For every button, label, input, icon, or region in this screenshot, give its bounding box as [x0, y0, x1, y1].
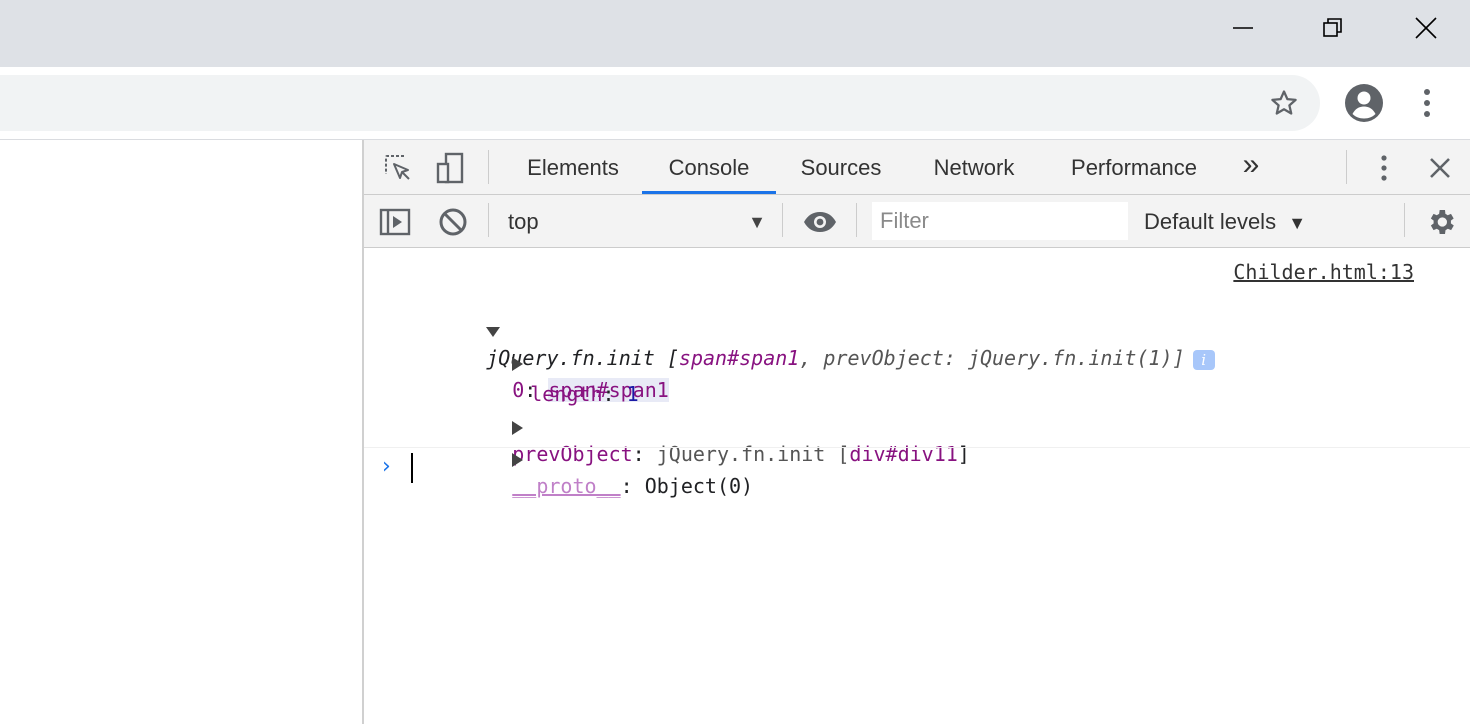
source-link[interactable]: Childer.html:13: [1233, 260, 1414, 284]
window-titlebar: [0, 0, 1470, 67]
devtools-menu-icon[interactable]: [1374, 150, 1394, 186]
tab-performance[interactable]: Performance: [1066, 140, 1202, 194]
info-icon[interactable]: i: [1192, 349, 1215, 370]
log-levels-label: Default levels: [1144, 209, 1277, 234]
console-toolbar: top ▼ Default levels ▼: [364, 195, 1470, 248]
page-viewport: [0, 140, 364, 724]
inspect-element-icon[interactable]: [380, 150, 416, 186]
divider: [1346, 150, 1347, 184]
divider: [364, 447, 1470, 448]
summary-prev: , prevObject: jQuery.fn.init(1)]: [799, 346, 1185, 370]
row-key: __proto__: [512, 474, 621, 498]
row-key: prevObject: [512, 442, 633, 466]
dropdown-arrow-icon: ▼: [748, 212, 766, 232]
log-levels-select[interactable]: Default levels ▼: [1144, 206, 1306, 238]
object-row[interactable]: 0: span#span1: [440, 320, 669, 402]
row-value: Object(0): [644, 474, 754, 498]
kebab-menu-icon[interactable]: [1412, 83, 1442, 123]
address-bar[interactable]: [0, 75, 1320, 131]
row-value-item: div#div11: [849, 442, 958, 466]
device-toolbar-icon[interactable]: [432, 150, 468, 186]
minimize-icon[interactable]: [1223, 8, 1263, 48]
tab-elements[interactable]: Elements: [525, 140, 621, 194]
clear-console-icon[interactable]: [436, 205, 470, 239]
more-tabs-icon[interactable]: »: [1238, 140, 1264, 194]
row-value-head: jQuery.fn.init [: [656, 442, 850, 466]
object-row[interactable]: __proto__: Object(0): [440, 416, 753, 498]
divider: [1404, 203, 1405, 237]
star-icon[interactable]: [1264, 83, 1304, 123]
browser-toolbar: [0, 67, 1470, 140]
dropdown-arrow-icon: ▼: [1288, 213, 1307, 233]
context-select[interactable]: top ▼: [508, 206, 770, 238]
row-value-tail: ]: [957, 442, 970, 466]
divider: [488, 203, 489, 237]
devtools-tabbar: Elements Console Sources Network Perform…: [364, 140, 1470, 195]
devtools-panel: Elements Console Sources Network Perform…: [364, 140, 1470, 724]
eye-icon[interactable]: [800, 205, 840, 239]
tab-console[interactable]: Console: [642, 140, 776, 194]
divider: [856, 203, 857, 237]
console-output: Childer.html:13 jQuery.fn.init [span#spa…: [364, 248, 1470, 724]
close-icon[interactable]: [1406, 8, 1446, 48]
expand-triangle-icon[interactable]: [512, 452, 524, 467]
tab-sources[interactable]: Sources: [798, 140, 884, 194]
restore-icon[interactable]: [1313, 8, 1353, 48]
filter-input[interactable]: [872, 202, 1128, 240]
settings-gear-icon[interactable]: [1424, 205, 1458, 239]
log-entry-summary[interactable]: jQuery.fn.init [span#span1, prevObject: …: [414, 288, 1215, 370]
object-row: length: 1: [530, 382, 639, 406]
divider: [782, 203, 783, 237]
divider: [488, 150, 489, 184]
devtools-close-icon[interactable]: [1424, 152, 1456, 184]
summary-item: span#span1: [678, 346, 800, 370]
tab-network[interactable]: Network: [928, 140, 1020, 194]
sidebar-toggle-icon[interactable]: [378, 205, 412, 239]
object-row[interactable]: prevObject: jQuery.fn.init [div#div11]: [440, 384, 970, 466]
prompt-chevron-icon: ›: [382, 454, 391, 479]
console-input-caret[interactable]: [411, 453, 413, 483]
account-icon[interactable]: [1342, 81, 1386, 125]
context-select-value: top: [508, 209, 539, 234]
